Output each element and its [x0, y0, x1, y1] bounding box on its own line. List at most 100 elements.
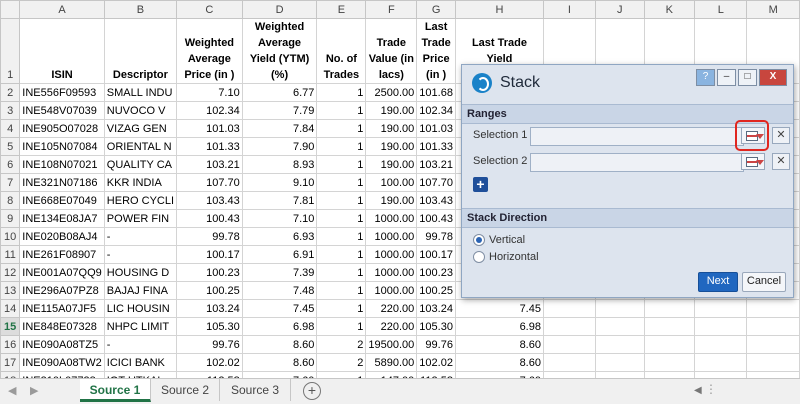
data-cell[interactable]: 1 — [316, 209, 367, 228]
data-cell[interactable] — [694, 353, 748, 372]
row-header[interactable]: 3 — [0, 101, 21, 120]
data-cell[interactable]: 9.10 — [241, 173, 318, 192]
data-cell[interactable]: 190.00 — [365, 155, 418, 174]
data-cell[interactable]: 1 — [316, 263, 367, 282]
data-cell[interactable]: 190.00 — [365, 137, 418, 156]
data-cell[interactable]: 7.45 — [241, 299, 318, 318]
data-cell[interactable]: 99.76 — [416, 335, 456, 354]
row-header[interactable]: 7 — [0, 173, 21, 192]
sheet-tab-source-3[interactable]: Source 3 — [220, 379, 291, 401]
data-cell[interactable]: 107.70 — [416, 173, 456, 192]
data-cell[interactable]: 101.03 — [416, 119, 456, 138]
data-cell[interactable] — [694, 335, 748, 354]
selection-2-range-picker-button[interactable] — [741, 153, 765, 170]
horizontal-radio[interactable] — [473, 251, 485, 263]
remove-selection-2-button[interactable]: ✕ — [772, 153, 790, 170]
data-cell[interactable]: 103.43 — [416, 191, 456, 210]
data-cell[interactable]: 2 — [316, 353, 367, 372]
data-cell[interactable] — [542, 299, 596, 318]
data-cell[interactable]: INE556F09593 — [19, 83, 105, 102]
data-cell[interactable]: INE090A08TW2 — [19, 353, 105, 372]
data-cell[interactable]: SMALL INDU — [103, 83, 178, 102]
row-header[interactable]: 4 — [0, 119, 21, 138]
data-cell[interactable]: 7.10 — [176, 83, 243, 102]
data-cell[interactable]: 2 — [316, 335, 367, 354]
data-cell[interactable]: 220.00 — [365, 317, 418, 336]
column-header[interactable]: M — [746, 0, 800, 19]
row-header[interactable]: 17 — [0, 353, 21, 372]
tab-splitter-handle[interactable]: ⋮ — [705, 382, 717, 396]
header-cell[interactable]: Descriptor — [103, 18, 178, 84]
data-cell[interactable]: 1 — [316, 83, 367, 102]
row-header[interactable]: 1 — [0, 18, 21, 84]
data-cell[interactable] — [643, 335, 696, 354]
data-cell[interactable]: 100.23 — [416, 263, 456, 282]
data-cell[interactable]: 101.33 — [176, 137, 243, 156]
data-cell[interactable]: 7.39 — [241, 263, 318, 282]
data-cell[interactable]: 8.60 — [241, 335, 318, 354]
column-header[interactable]: F — [365, 0, 418, 19]
column-header[interactable]: A — [19, 0, 105, 19]
cancel-button[interactable]: Cancel — [742, 272, 786, 292]
data-cell[interactable]: 190.00 — [365, 119, 418, 138]
data-cell[interactable]: 1 — [316, 281, 367, 300]
add-sheet-icon[interactable]: + — [303, 382, 321, 400]
row-header[interactable]: 12 — [0, 263, 21, 282]
data-cell[interactable]: 220.00 — [365, 299, 418, 318]
data-cell[interactable]: 105.30 — [176, 317, 243, 336]
column-header[interactable]: E — [316, 0, 367, 19]
scroll-tabs-left-icon[interactable]: ◀ — [8, 384, 16, 397]
data-cell[interactable]: KKR INDIA — [103, 173, 178, 192]
hscroll-left-arrow-icon[interactable]: ◀ — [694, 385, 702, 396]
data-cell[interactable]: INE905O07028 — [19, 119, 105, 138]
data-cell[interactable]: 8.60 — [454, 353, 544, 372]
data-cell[interactable]: 1 — [316, 101, 367, 120]
data-cell[interactable]: - — [103, 335, 178, 354]
data-cell[interactable]: INE296A07PZ8 — [19, 281, 105, 300]
data-cell[interactable] — [746, 299, 800, 318]
data-cell[interactable] — [594, 299, 645, 318]
header-cell[interactable]: Last Trade Price (in ) — [416, 18, 456, 84]
data-cell[interactable]: 6.91 — [241, 245, 318, 264]
data-cell[interactable]: INE115A07JF5 — [19, 299, 105, 318]
row-header[interactable]: 16 — [0, 335, 21, 354]
column-header[interactable]: H — [454, 0, 544, 19]
data-cell[interactable]: NUVOCO V — [103, 101, 178, 120]
data-cell[interactable]: 103.21 — [416, 155, 456, 174]
data-cell[interactable] — [643, 317, 696, 336]
data-cell[interactable]: 19500.00 — [365, 335, 418, 354]
close-button[interactable]: X — [759, 69, 787, 86]
vertical-radio-option[interactable]: Vertical — [473, 234, 525, 246]
data-cell[interactable]: 102.02 — [176, 353, 243, 372]
data-cell[interactable]: 1 — [316, 173, 367, 192]
data-cell[interactable] — [746, 335, 800, 354]
column-header[interactable]: C — [176, 0, 243, 19]
data-cell[interactable]: 1 — [316, 191, 367, 210]
scroll-tabs-right-icon[interactable]: ▶ — [30, 384, 38, 397]
row-header[interactable]: 14 — [0, 299, 21, 318]
header-cell[interactable]: Trade Value (in lacs) — [365, 18, 418, 84]
column-header[interactable]: K — [643, 0, 696, 19]
data-cell[interactable]: 102.34 — [176, 101, 243, 120]
select-all-corner[interactable] — [0, 0, 21, 19]
data-cell[interactable]: - — [103, 245, 178, 264]
data-cell[interactable]: INE848E07328 — [19, 317, 105, 336]
data-cell[interactable]: 6.93 — [241, 227, 318, 246]
column-header[interactable]: D — [241, 0, 318, 19]
data-cell[interactable]: 103.43 — [176, 191, 243, 210]
data-cell[interactable]: HERO CYCLI — [103, 191, 178, 210]
data-cell[interactable] — [542, 335, 596, 354]
data-cell[interactable]: 100.25 — [416, 281, 456, 300]
row-header[interactable]: 8 — [0, 191, 21, 210]
data-cell[interactable]: 105.30 — [416, 317, 456, 336]
data-cell[interactable]: 7.48 — [241, 281, 318, 300]
data-cell[interactable]: ICICI BANK — [103, 353, 178, 372]
sheet-tab-source-1[interactable]: Source 1 — [80, 379, 151, 402]
data-cell[interactable]: 190.00 — [365, 101, 418, 120]
data-cell[interactable]: INE134E08JA7 — [19, 209, 105, 228]
row-header[interactable]: 9 — [0, 209, 21, 228]
data-cell[interactable]: 1000.00 — [365, 209, 418, 228]
data-cell[interactable]: INE020B08AJ4 — [19, 227, 105, 246]
data-cell[interactable]: LIC HOUSIN — [103, 299, 178, 318]
data-cell[interactable]: 2500.00 — [365, 83, 418, 102]
